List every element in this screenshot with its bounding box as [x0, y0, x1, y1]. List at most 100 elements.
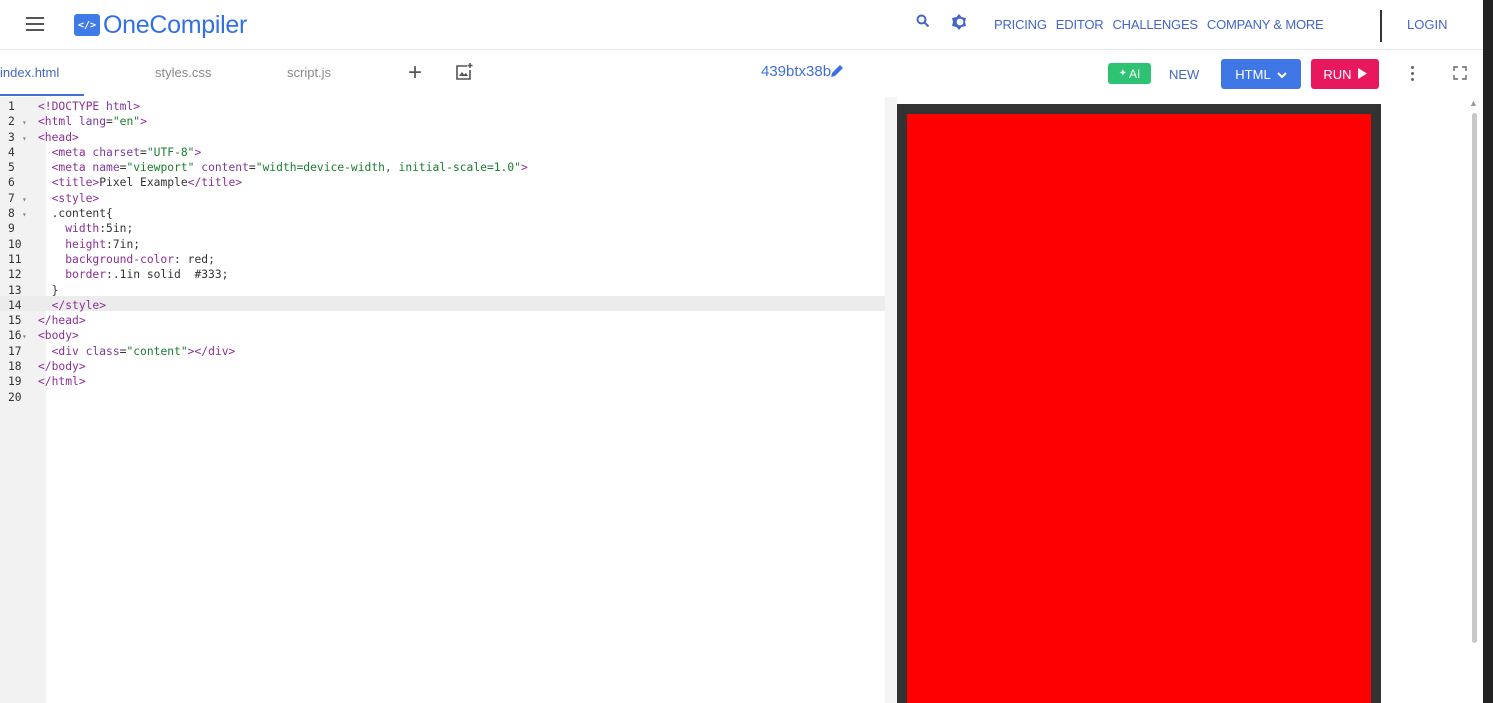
tab-styles-css[interactable]: styles.css — [155, 65, 211, 80]
line-number: 13 — [8, 283, 22, 297]
tab-script-js[interactable]: script.js — [287, 65, 331, 80]
code-text: } — [38, 283, 59, 297]
line-number: 4 — [8, 145, 15, 159]
code-text: <!DOCTYPE html> — [38, 100, 141, 113]
fold-arrow-icon[interactable]: ▾ — [22, 115, 30, 130]
edit-pencil-icon[interactable] — [829, 63, 845, 84]
line-number: 5 — [8, 161, 15, 175]
code-line[interactable]: 6 <title>Pixel Example</title> — [0, 175, 528, 190]
panel-splitter[interactable] — [885, 97, 897, 703]
code-line[interactable]: 9 width:5in; — [0, 221, 528, 236]
code-line[interactable]: 13 } — [0, 283, 528, 298]
code-line[interactable]: 17 <div class="content"></div> — [0, 344, 528, 359]
code-line[interactable]: 14 </style> — [0, 298, 528, 313]
code-text: </style> — [51, 298, 107, 312]
main-nav: PRICING EDITOR CHALLENGES COMPANY & MORE — [994, 17, 1333, 32]
code-text: </body> — [38, 360, 86, 374]
add-file-icon[interactable]: + — [408, 59, 422, 87]
code-text: border:.1in solid #333; — [65, 268, 229, 282]
line-number: 18 — [8, 360, 22, 374]
line-number: 7 — [8, 191, 15, 205]
line-number: 6 — [8, 176, 15, 190]
logo-text: OneCompiler — [103, 10, 247, 39]
line-number: 20 — [8, 390, 22, 404]
logo-icon: </> — [74, 14, 100, 36]
code-text: <meta charset="UTF-8"> — [51, 145, 202, 159]
ai-button[interactable]: ✦ AI — [1108, 63, 1151, 84]
code-editor[interactable]: 1 <!DOCTYPE html> 2 ▾ <html lang="en"> 3 ▾ <he… — [0, 97, 885, 703]
output-scrollbar[interactable] — [1472, 113, 1477, 643]
line-number: 11 — [8, 252, 22, 266]
line-number: 10 — [8, 237, 22, 251]
code-content[interactable]: 1 <!DOCTYPE html> 2 ▾ <html lang="en"> 3 ▾ <he… — [0, 99, 528, 405]
line-number: 12 — [8, 268, 22, 282]
line-number: 17 — [8, 344, 22, 358]
run-button[interactable]: RUN — [1311, 59, 1379, 89]
code-line[interactable]: 1 <!DOCTYPE html> — [0, 99, 528, 114]
code-line[interactable]: 3 ▾ <head> — [0, 130, 528, 145]
language-select[interactable]: HTML — [1221, 59, 1301, 89]
search-icon[interactable] — [916, 14, 930, 33]
fold-arrow-icon[interactable]: ▾ — [22, 131, 30, 146]
scroll-up-arrow-icon[interactable]: ▲ — [1469, 98, 1478, 108]
code-line[interactable]: 11 background-color: red; — [0, 252, 528, 267]
code-line[interactable]: 4 <meta charset="UTF-8"> — [0, 145, 528, 160]
theme-toggle-icon[interactable] — [951, 14, 967, 35]
upload-image-icon[interactable] — [454, 62, 474, 87]
code-line[interactable]: 15 </head> — [0, 313, 528, 328]
code-line[interactable]: 19 </html> — [0, 374, 528, 389]
menu-icon[interactable] — [26, 17, 44, 31]
code-text: </head> — [38, 314, 86, 328]
active-tab-indicator — [0, 94, 84, 96]
code-line[interactable]: 8 ▾ .content{ — [0, 206, 528, 221]
fold-arrow-icon[interactable]: ▾ — [22, 207, 30, 222]
code-line[interactable]: 16▾ <body> — [0, 328, 528, 343]
more-vertical-icon[interactable] — [1411, 66, 1415, 84]
line-number: 3 — [8, 130, 15, 144]
code-text: <meta name="viewport" content="width=dev… — [51, 161, 528, 175]
code-line[interactable]: 5 <meta name="viewport" content="width=d… — [0, 160, 528, 175]
code-text: <head> — [38, 130, 79, 144]
code-line[interactable]: 20 — [0, 390, 528, 405]
fullscreen-icon[interactable] — [1453, 66, 1467, 85]
line-number: 8 — [8, 207, 15, 221]
window-edge — [1483, 0, 1493, 703]
code-line[interactable]: 18 </body> — [0, 359, 528, 374]
line-number: 2 — [8, 115, 15, 129]
fold-arrow-icon[interactable]: ▾ — [22, 192, 30, 207]
top-navbar: </> OneCompiler PRICING EDITOR CHALLENGE… — [0, 0, 1493, 50]
code-text: width:5in; — [65, 222, 134, 236]
logo[interactable]: </> OneCompiler — [74, 9, 247, 41]
login-link[interactable]: LOGIN — [1407, 17, 1447, 32]
code-line[interactable]: 12 border:.1in solid #333; — [0, 267, 528, 282]
nav-challenges[interactable]: CHALLENGES — [1112, 17, 1198, 32]
fold-arrow-icon[interactable]: ▾ — [22, 329, 30, 344]
project-name[interactable]: 439btx38b — [761, 63, 831, 80]
tab-index-html[interactable]: index.html — [0, 65, 59, 80]
line-number: 9 — [8, 222, 15, 236]
code-text: background-color: red; — [65, 252, 215, 266]
code-text: <div class="content"></div> — [51, 344, 236, 358]
code-line[interactable]: 7 ▾ <style> — [0, 191, 528, 206]
nav-company-more[interactable]: COMPANY & MORE — [1207, 17, 1324, 32]
nav-editor[interactable]: EDITOR — [1056, 17, 1104, 32]
nav-pricing[interactable]: PRICING — [994, 17, 1047, 32]
line-number: 15 — [8, 314, 22, 328]
code-text: height:7in; — [65, 237, 141, 251]
code-text: <body> — [38, 329, 79, 343]
code-line[interactable]: 10 height:7in; — [0, 237, 528, 252]
line-number: 1 — [8, 100, 15, 113]
new-button[interactable]: NEW — [1169, 67, 1199, 82]
code-line[interactable]: 2 ▾ <html lang="en"> — [0, 114, 528, 129]
ai-label: AI — [1129, 66, 1141, 81]
